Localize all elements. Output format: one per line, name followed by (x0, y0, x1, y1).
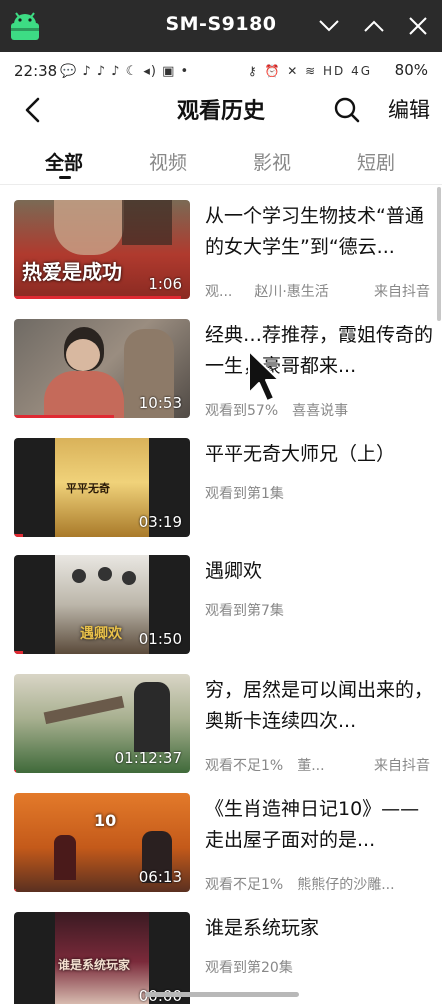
history-item[interactable]: 遇卿欢 01:50 遇卿欢 观看到第7集 (0, 540, 442, 654)
history-item[interactable]: 平平无奇 03:19 平平无奇大师兄（上） 观看到第1集 (0, 423, 442, 537)
notification-icons: 💬 ♪ ♪ ♪ ☾ ◂) ▣ • (60, 64, 190, 79)
thumbnail-overlay-text: 谁是系统玩家 (58, 958, 131, 972)
watch-progress-text: 观看到第7集 (205, 603, 284, 619)
video-duration: 01:50 (138, 630, 182, 648)
video-meta: 观看到第20集 (205, 957, 293, 977)
thumbnail-overlay-text: 热爱是成功 (22, 260, 122, 284)
watch-progress-bar (14, 534, 23, 537)
video-meta: 观看到第1集 (205, 483, 284, 503)
video-duration: 06:13 (138, 868, 182, 886)
chevron-down-icon[interactable] (316, 13, 342, 39)
watch-progress-text: 观看到57% (205, 403, 279, 419)
video-source: 来自抖音 (374, 284, 430, 300)
tab-film[interactable]: 影视 (253, 148, 291, 175)
history-item[interactable]: 谁是系统玩家 00:00 谁是系统玩家 观看到第20集 (0, 897, 442, 1004)
video-author: 赵川·惠生活 (254, 284, 329, 300)
video-title: 遇卿欢 (205, 560, 263, 582)
video-thumbnail[interactable]: 01:12:37 (14, 674, 190, 773)
video-title: 从一个学习生物技术“普通的女大学生”到“德云... (205, 205, 424, 258)
video-duration: 10:53 (138, 394, 182, 412)
video-meta: 观看到第7集 (205, 600, 284, 620)
thumbnail-overlay-text: 平平无奇 (66, 482, 110, 495)
top-nav-bar: 观看历史 编辑 (0, 90, 442, 130)
video-meta: 观看不足1% 董... (205, 755, 325, 775)
video-thumbnail[interactable]: 10:53 (14, 319, 190, 418)
mouse-cursor-icon (248, 350, 280, 402)
edit-button[interactable]: 编辑 (388, 94, 430, 124)
home-indicator[interactable] (145, 992, 299, 997)
window-titlebar: SM-S9180 (0, 0, 442, 52)
scrollbar[interactable] (437, 187, 441, 321)
watch-progress-text: 观看到第20集 (205, 960, 293, 976)
video-author: 喜喜说事 (292, 403, 349, 419)
watch-progress-bar (14, 651, 23, 654)
video-title: 平平无奇大师兄（上） (205, 443, 396, 465)
status-bar: 22:38 💬 ♪ ♪ ♪ ☾ ◂) ▣ • ⚷ ⏰ ✕ ≋ HD 4G 80% (0, 52, 442, 90)
video-source: 来自抖音 (374, 758, 430, 774)
system-status-icons: ⚷ ⏰ ✕ ≋ HD 4G (247, 64, 372, 78)
video-thumbnail[interactable]: 10 06:13 (14, 793, 190, 892)
tab-all[interactable]: 全部 (45, 148, 83, 175)
page-title: 观看历史 (176, 99, 265, 124)
history-item[interactable]: 01:12:37 穷，居然是可以闻出来的，奥斯卡连续四次... 观看不足1% 董.… (0, 659, 442, 774)
video-duration: 1:06 (148, 275, 182, 293)
video-thumbnail[interactable]: 热爱是成功 1:06 (14, 200, 190, 299)
phone-screen: 22:38 💬 ♪ ♪ ♪ ☾ ◂) ▣ • ⚷ ⏰ ✕ ≋ HD 4G 80%… (0, 52, 442, 1004)
video-title: 穷，居然是可以闻出来的，奥斯卡连续四次... (205, 679, 433, 732)
watch-progress-bar (14, 415, 115, 418)
video-title: 谁是系统玩家 (205, 917, 320, 939)
video-duration: 01:12:37 (114, 749, 182, 767)
history-list: 热爱是成功 1:06 从一个学习生物技术“普通的女大学生”到“德云... 观..… (0, 185, 442, 1004)
history-item[interactable]: 10:53 经典…荐推荐，霞姐传奇的一生，豪哥都来... 观看到57% 喜喜说事 (0, 304, 442, 419)
video-thumbnail[interactable]: 平平无奇 03:19 (14, 438, 190, 537)
watch-progress-text: 观... (205, 284, 233, 300)
watch-progress-text: 观看到第1集 (205, 486, 284, 502)
video-thumbnail[interactable]: 谁是系统玩家 00:00 (14, 912, 190, 1004)
watch-progress-bar (14, 889, 16, 892)
thumbnail-overlay-text: 10 (94, 811, 117, 830)
tab-video[interactable]: 视频 (149, 148, 187, 175)
thumbnail-overlay-text: 遇卿欢 (80, 626, 122, 642)
video-author: 熊熊仔的沙雕... (297, 877, 395, 893)
video-author: 董... (297, 758, 325, 774)
watch-progress-text: 观看不足1% (205, 758, 284, 774)
video-title: 《生肖造神日记10》——走出屋子面对的是... (205, 798, 420, 851)
watch-progress-text: 观看不足1% (205, 877, 284, 893)
chevron-up-icon[interactable] (361, 13, 387, 39)
active-tab-indicator (59, 176, 71, 179)
video-duration: 03:19 (138, 513, 182, 531)
video-title: 经典…荐推荐，霞姐传奇的一生，豪哥都来... (205, 324, 433, 377)
history-item[interactable]: 10 06:13 《生肖造神日记10》——走出屋子面对的是... 观看不足1% 熊… (0, 778, 442, 893)
search-icon[interactable] (333, 96, 361, 124)
close-icon[interactable] (405, 13, 431, 39)
video-thumbnail[interactable]: 遇卿欢 01:50 (14, 555, 190, 654)
battery-percent: 80% (394, 61, 428, 79)
category-tabs: 全部 视频 影视 短剧 (0, 140, 442, 184)
watch-progress-bar (14, 770, 16, 773)
tab-short-drama[interactable]: 短剧 (357, 148, 395, 175)
video-meta: 观... 赵川·惠生活 (205, 281, 329, 301)
video-meta: 观看不足1% 熊熊仔的沙雕... (205, 874, 395, 894)
history-item[interactable]: 热爱是成功 1:06 从一个学习生物技术“普通的女大学生”到“德云... 观..… (0, 185, 442, 300)
watch-progress-bar (14, 296, 182, 299)
status-time: 22:38 (14, 62, 58, 80)
